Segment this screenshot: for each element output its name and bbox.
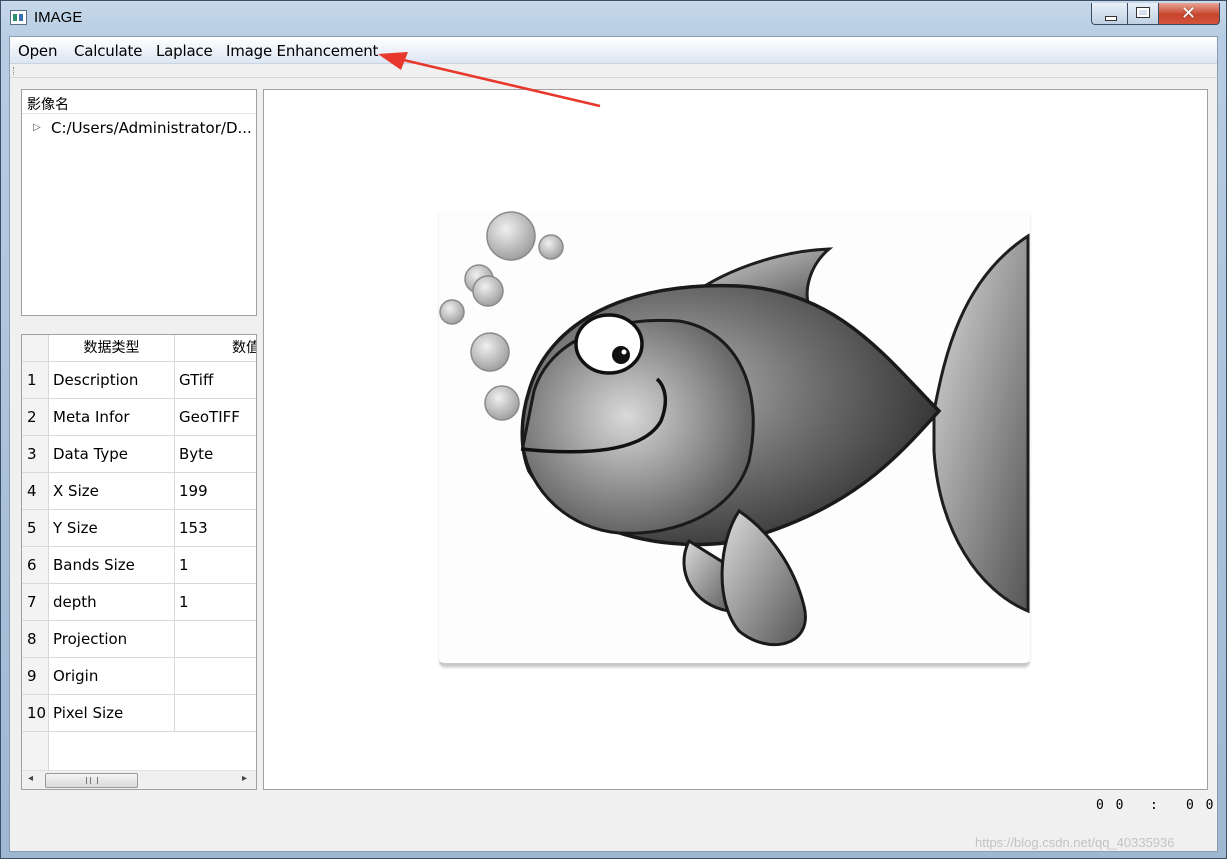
cell-type[interactable]: Origin <box>49 658 175 695</box>
toolbar-grip[interactable] <box>13 67 16 75</box>
maximize-icon <box>1136 7 1150 18</box>
table-row[interactable]: 9 Origin <box>22 658 256 695</box>
table-row[interactable]: 6 Bands Size 1 <box>22 547 256 584</box>
row-number: 1 <box>22 362 49 399</box>
tree-header-label: 影像名 <box>27 97 69 113</box>
row-number: 2 <box>22 399 49 436</box>
toolbar-divider <box>10 77 1217 78</box>
fish-image <box>439 211 1030 647</box>
metadata-table: 数据类型 数值 1 Description GTiff 2 Meta Infor… <box>21 334 257 790</box>
cell-value[interactable]: 153 <box>175 510 256 547</box>
image-view[interactable] <box>263 89 1208 790</box>
tree-item-image-path[interactable]: C:/Users/Administrator/D... <box>51 119 252 137</box>
cell-type[interactable]: Bands Size <box>49 547 175 584</box>
table-row[interactable]: 3 Data Type Byte <box>22 436 256 473</box>
table-row[interactable]: 5 Y Size 153 <box>22 510 256 547</box>
row-number: 5 <box>22 510 49 547</box>
cell-type[interactable]: Projection <box>49 621 175 658</box>
column-header-type[interactable]: 数据类型 <box>49 335 175 362</box>
cell-value[interactable] <box>175 621 256 658</box>
row-number: 6 <box>22 547 49 584</box>
table-row[interactable]: 1 Description GTiff <box>22 362 256 399</box>
row-number: 3 <box>22 436 49 473</box>
expand-arrow-icon[interactable]: ▷ <box>33 122 41 133</box>
row-number: 4 <box>22 473 49 510</box>
cell-value[interactable] <box>175 695 256 732</box>
column-header-value[interactable]: 数值 <box>175 335 256 362</box>
menu-bar: Open Calculate Laplace Image Enhancement <box>10 37 1217 64</box>
cell-type[interactable]: Meta Infor <box>49 399 175 436</box>
status-separator: : <box>1150 798 1158 813</box>
window-title: IMAGE <box>34 9 83 26</box>
cell-type[interactable]: Pixel Size <box>49 695 175 732</box>
scroll-left-icon[interactable]: ◂ <box>28 773 33 784</box>
cell-value[interactable]: GTiff <box>175 362 256 399</box>
title-bar[interactable]: IMAGE ✕ <box>1 1 1226 35</box>
cell-type[interactable]: Y Size <box>49 510 175 547</box>
app-window: IMAGE ✕ Open Calculate Laplace Image Enh… <box>0 0 1227 859</box>
horizontal-scrollbar[interactable]: ◂ ▸ <box>22 770 256 789</box>
menu-calculate[interactable]: Calculate <box>74 42 142 60</box>
cell-type[interactable]: depth <box>49 584 175 621</box>
cell-value[interactable]: 1 <box>175 547 256 584</box>
row-number: 7 <box>22 584 49 621</box>
cell-type[interactable]: Description <box>49 362 175 399</box>
client-area: Open Calculate Laplace Image Enhancement… <box>9 36 1218 852</box>
table-row[interactable]: 4 X Size 199 <box>22 473 256 510</box>
status-coords-right: 0 0 <box>1186 798 1216 813</box>
row-number: 10 <box>22 695 49 732</box>
table-row[interactable]: 8 Projection <box>22 621 256 658</box>
cell-value[interactable]: Byte <box>175 436 256 473</box>
status-coords-left: 0 0 <box>1096 798 1126 813</box>
menu-open[interactable]: Open <box>18 42 57 60</box>
watermark: https://blog.csdn.net/qq_40335936 <box>975 835 1175 850</box>
menu-laplace[interactable]: Laplace <box>156 42 213 60</box>
minimize-button[interactable] <box>1091 3 1128 25</box>
row-number: 9 <box>22 658 49 695</box>
cell-value[interactable]: GeoTIFF <box>175 399 256 436</box>
cell-type[interactable]: Data Type <box>49 436 175 473</box>
table-row[interactable]: 10 Pixel Size <box>22 695 256 732</box>
menu-image-enhancement[interactable]: Image Enhancement <box>226 42 378 60</box>
app-icon <box>10 10 27 25</box>
close-button[interactable]: ✕ <box>1158 3 1220 25</box>
cell-value[interactable] <box>175 658 256 695</box>
table-row[interactable]: 7 depth 1 <box>22 584 256 621</box>
row-number: 8 <box>22 621 49 658</box>
image-tree-panel: 影像名 ▷ C:/Users/Administrator/D... <box>21 89 257 316</box>
table-corner-button[interactable] <box>22 335 49 362</box>
scrollbar-thumb[interactable] <box>45 773 138 788</box>
tree-header[interactable]: 影像名 <box>22 90 256 114</box>
minimize-icon <box>1105 16 1117 21</box>
maximize-button[interactable] <box>1127 3 1159 25</box>
grip-icon <box>86 777 98 784</box>
displayed-image <box>439 211 1030 666</box>
scroll-right-icon[interactable]: ▸ <box>242 773 247 784</box>
cell-type[interactable]: X Size <box>49 473 175 510</box>
table-row[interactable]: 2 Meta Infor GeoTIFF <box>22 399 256 436</box>
cell-value[interactable]: 1 <box>175 584 256 621</box>
close-icon: ✕ <box>1181 3 1197 24</box>
cell-value[interactable]: 199 <box>175 473 256 510</box>
